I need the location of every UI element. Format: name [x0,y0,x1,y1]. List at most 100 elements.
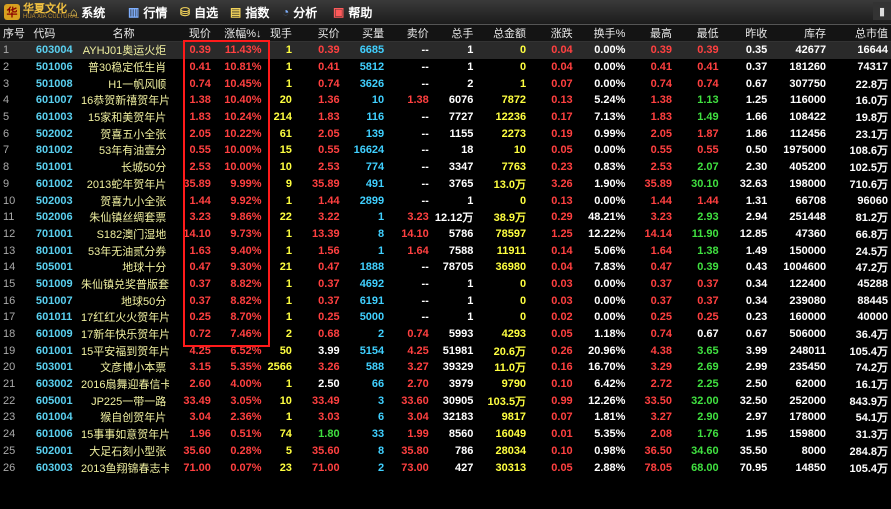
cell-col-index: 8 [3,161,10,174]
header-col-price[interactable]: 现价 [169,25,214,42]
cell-col-name: 53年有油壹分 [99,145,167,158]
pie-icon: ◔ [282,5,290,19]
cell-col-bid-vol: 8 [378,444,385,457]
cell-col-total-vol: 1 [431,41,477,59]
menu-index[interactable]: ▤ 指数 [230,0,269,24]
header-col-amount[interactable]: 总金额 [476,25,530,42]
header-col-market-cap[interactable]: 总市值 [829,25,891,42]
cell-col-price: 14.10 [183,227,211,240]
cell-col-change-pct: 7.46% [230,328,262,341]
menu-quote[interactable]: ▥ 行情 [128,0,167,24]
table-row[interactable]: 11 502006 朱仙镇丝绸套票 3.23 9.86% 22 3.22 1 3.23 12.12… [0,209,891,226]
cell-col-name: JP225一带一路 [91,395,167,408]
cell-col-change-pct: 9.99% [230,177,262,190]
cell-col-turnover: 0.98% [594,444,626,457]
header-col-change[interactable]: 涨跌 [529,25,576,42]
menu-help[interactable]: ▣ 帮助 [333,0,372,24]
cell-col-high: 1.64 [650,244,673,257]
cell-col-high: 14.14 [644,227,673,240]
menu-system[interactable]: ⌂ 系统 [70,0,105,24]
table-row[interactable]: 24 601006 15事事如意贺年片 1.96 0.51% 74 1.80 33 1.99 85… [0,426,891,443]
menu-watchlist[interactable]: ⛁ 自选 [180,0,218,24]
cell-col-name: 15平安福到贺年片 [81,345,170,358]
cell-col-turnover: 0.00% [594,144,626,157]
cell-col-amount: 0 [519,277,527,290]
table-row[interactable]: 19 601001 15平安福到贺年片 4.25 6.52% 50 3.99 5154 4.25… [0,342,891,359]
header-col-stock[interactable]: 库存 [770,25,830,42]
header-col-name[interactable]: 名称 [78,25,170,42]
header-col-total-vol[interactable]: 总手 [431,25,477,42]
table-row[interactable]: 2 501006 普30稳定低生肖 0.41 10.81% 1 0.41 5812 -- 1 0 0.… [0,59,891,76]
table-row[interactable]: 16 501007 地球50分 0.37 8.82% 1 0.37 6191 -- 1 0 0.03 0… [0,292,891,309]
cell-col-price: 1.96 [189,428,211,441]
header-col-bid[interactable]: 买价 [294,25,343,42]
header-col-code[interactable]: 代码 [30,25,79,42]
cell-col-price: 1.44 [189,194,211,207]
table-row[interactable]: 1 603004 AYHJ01奥运火炬 0.39 11.43% 1 0.39 6685 -- 1 0… [0,41,891,59]
cell-col-turnover: 0.00% [594,61,626,74]
cell-col-index: 4 [3,94,10,107]
cell-col-prev-close: 1.25 [745,94,768,107]
cell-col-low: 0.25 [697,311,719,324]
cell-col-index: 14 [3,261,16,274]
table-row[interactable]: 26 603003 2013鱼翔锦春志卡 71.00 0.07% 23 71.00 2 73.0… [0,459,891,476]
table-row[interactable]: 23 601004 猴自创贺年片 3.04 2.36% 1 3.03 6 3.04 32183 98… [0,409,891,426]
cell-col-change-pct: 2.36% [230,411,262,424]
table-row[interactable]: 3 501008 H1一帆风顺 0.74 10.45% 1 0.74 3626 -- 2 1 0.07… [0,75,891,92]
header-col-ask[interactable]: 卖价 [387,25,432,42]
header-col-bid-vol[interactable]: 买量 [342,25,388,42]
cell-col-last-vol: 5 [285,444,292,457]
table-row[interactable]: 9 601002 2013蛇年贺年片 35.89 9.99% 9 35.89 491 -- 376… [0,176,891,193]
cell-col-prev-close: 2.94 [745,211,768,224]
cell-col-ask: -- [421,111,429,124]
table-row[interactable]: 15 501009 朱仙镇兑奖普版套 0.37 8.82% 1 0.37 4692 -- 1 0 0.… [0,276,891,293]
header-col-last-vol[interactable]: 现手 [264,25,295,42]
cell-col-name: 普30稳定低生肖 [88,62,167,75]
table-row[interactable]: 4 601007 16恭贺新禧贺年片 1.38 10.40% 20 1.36 10 1.38 60… [0,92,891,109]
cell-col-low: 3.65 [697,344,719,357]
cell-col-turnover: 7.83% [594,261,626,274]
window-control-icon[interactable]: ▮ [873,2,891,20]
table-row[interactable]: 13 801001 53年无油贰分券 1.63 9.40% 1 1.56 1 1.64 7588 1… [0,242,891,259]
cell-col-bid-vol: 4692 [359,277,385,290]
header-col-prev-close[interactable]: 昨收 [721,25,771,42]
cell-col-name: 地球50分 [121,295,167,308]
menu-analysis[interactable]: ◔ 分析 [282,0,317,24]
cell-col-last-vol: 15 [279,144,292,157]
cell-col-ask: 1.38 [407,94,429,107]
cell-col-total-vol: 12.12万 [434,212,474,225]
cell-col-price: 0.37 [189,294,211,307]
cell-col-bid: 2.05 [318,127,340,140]
table-row[interactable]: 5 601003 15家和美贺年片 1.83 10.24% 214 1.83 116 -- 772… [0,109,891,126]
cell-col-bid: 0.37 [318,277,340,290]
cell-col-name: 长城50分 [121,162,167,175]
header-col-index[interactable]: 序号 [0,25,31,42]
table-row[interactable]: 22 605001 JP225一带一路 33.49 3.05% 10 33.49 3 33.60… [0,392,891,409]
header-col-low[interactable]: 最低 [675,25,722,42]
cell-col-market-cap: 19.8万 [855,112,888,125]
cell-col-high: 0.74 [650,328,673,341]
cell-col-price: 0.37 [189,277,211,290]
cell-col-market-cap: 47.2万 [855,262,888,275]
table-row[interactable]: 25 502001 大足石刻小型张 35.60 0.28% 5 35.60 8 35.80 786… [0,443,891,460]
table-row[interactable]: 10 502003 贺喜九小全张 1.44 9.92% 1 1.44 2899 -- 1 0 0.13… [0,192,891,209]
table-row[interactable]: 18 601009 17新年快乐贺年片 0.72 7.46% 2 0.68 2 0.74 5993… [0,326,891,343]
table-row[interactable]: 8 501001 长城50分 2.53 10.00% 10 2.53 774 -- 3347 776… [0,159,891,176]
table-row[interactable]: 6 502002 贺喜五小全张 2.05 10.22% 61 2.05 139 -- 1155 22… [0,125,891,142]
table-row[interactable]: 21 603002 2016扇舞迎春信卡 2.60 4.00% 1 2.50 66 2.70 39… [0,376,891,393]
cell-col-last-vol: 1 [285,311,292,324]
cell-col-ask: 14.10 [401,227,429,240]
table-row[interactable]: 7 801002 53年有油壹分 0.55 10.00% 15 0.55 16624 -- 18 1… [0,142,891,159]
cell-col-stock: 251448 [789,211,827,224]
cell-col-bid: 1.80 [318,428,340,441]
cell-col-ask: 35.80 [401,444,429,457]
header-col-turnover[interactable]: 换手% [575,25,629,42]
table-row[interactable]: 17 601011 17红红火火贺年片 0.25 8.70% 1 0.25 5000 -- 1 0 0… [0,309,891,326]
cell-col-name: 2016扇舞迎春信卡 [81,379,170,392]
header-col-high[interactable]: 最高 [628,25,676,42]
table-row[interactable]: 20 503001 文彦博小本票 3.15 5.35% 2566 3.26 588 3.27 39… [0,359,891,376]
header-col-change-pct[interactable]: 涨幅%↓ [213,25,265,42]
table-row[interactable]: 14 505001 地球十分 0.47 9.30% 21 0.47 1888 -- 78705 36… [0,259,891,276]
cell-col-code: 505001 [35,261,73,274]
table-row[interactable]: 12 701001 S182澳门湿地 14.10 9.73% 1 13.39 8 14.10 57… [0,226,891,243]
